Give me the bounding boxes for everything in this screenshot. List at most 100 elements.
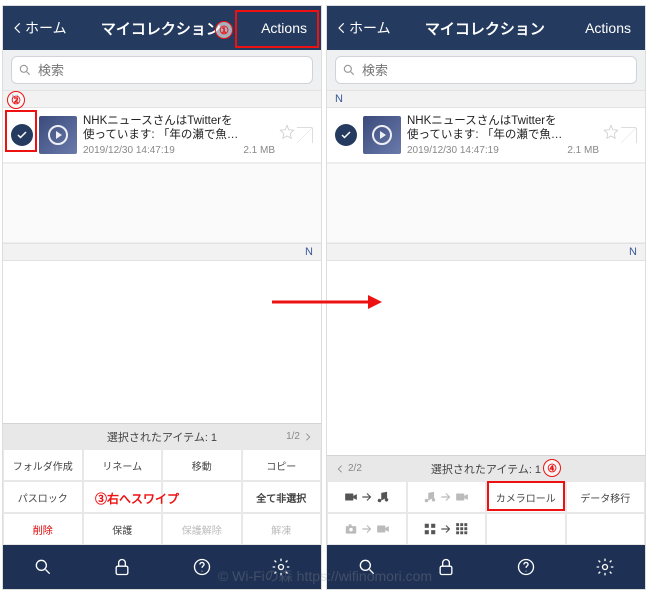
play-icon	[48, 125, 68, 145]
music-icon	[376, 490, 390, 504]
page-indicator-left[interactable]: 2/2	[335, 463, 362, 474]
app-header: ホーム マイコレクション Actions	[327, 6, 645, 50]
list-item[interactable]: NHKニュースさんはTwitterを 使っています: 「年の瀬で魚… 2019/…	[3, 108, 321, 163]
annotation-circle-1: ①	[215, 21, 233, 39]
video-thumbnail	[39, 116, 77, 154]
unprotect-button[interactable]: 保護解除	[163, 514, 241, 544]
tab-settings[interactable]	[270, 556, 292, 578]
music-icon	[423, 490, 437, 504]
search-icon	[33, 557, 53, 577]
annotation-circle-4: ④	[543, 459, 561, 477]
tab-help[interactable]	[515, 556, 537, 578]
star-icon	[603, 124, 619, 140]
passlock-button[interactable]: パスロック	[4, 482, 82, 512]
annotation-swipe-text: ③右へスワイプ	[95, 490, 179, 507]
list-item[interactable]: NHKニュースさんはTwitterを 使っています: 「年の瀬で魚… 2019/…	[327, 108, 645, 163]
item-size: 2.1 MB	[567, 145, 599, 156]
select-checkbox[interactable]	[335, 124, 357, 146]
tab-search[interactable]	[32, 556, 54, 578]
protect-button[interactable]: 保護	[84, 514, 162, 544]
actions-button[interactable]: Actions	[255, 16, 313, 40]
data-migrate-button[interactable]: データ移行	[567, 482, 645, 512]
camera-to-video-button[interactable]	[328, 514, 406, 544]
page-indicator[interactable]: 1/2	[286, 431, 313, 442]
blank-lower	[327, 261, 645, 455]
delete-button[interactable]: 削除	[4, 514, 82, 544]
tab-lock[interactable]	[111, 556, 133, 578]
folder-create-button[interactable]: フォルダ作成	[4, 450, 82, 480]
chevron-right-icon	[303, 432, 313, 442]
help-icon	[192, 557, 212, 577]
page-title: マイコレクション	[391, 18, 579, 39]
gear-icon	[595, 557, 615, 577]
app-header: ホーム マイコレクション Actions	[3, 6, 321, 50]
section-header: N	[3, 90, 321, 108]
video-thumbnail	[363, 116, 401, 154]
check-icon	[16, 129, 28, 141]
annotation-circle-2: ②	[7, 91, 25, 109]
tab-settings[interactable]	[594, 556, 616, 578]
camera-roll-button[interactable]: カメラロール	[487, 482, 565, 512]
selection-label: 選択されたアイテム: 1	[431, 461, 541, 477]
arrow-right-icon	[439, 490, 453, 504]
back-button[interactable]: ホーム	[11, 18, 67, 38]
search-icon	[18, 63, 32, 77]
page-corner-icon	[297, 127, 313, 143]
search-icon	[357, 557, 377, 577]
item-date: 2019/12/30 14:47:19	[407, 145, 499, 156]
select-checkbox[interactable]	[11, 124, 33, 146]
selection-label: 選択されたアイテム: 1	[107, 429, 217, 445]
back-button[interactable]: ホーム	[335, 18, 391, 38]
check-icon	[340, 129, 352, 141]
move-button[interactable]: 移動	[163, 450, 241, 480]
chevron-left-icon	[335, 21, 349, 35]
tab-search[interactable]	[356, 556, 378, 578]
deselect-all-button[interactable]: 全て非選択	[243, 482, 321, 512]
item-title-line1: NHKニュースさんはTwitterを	[407, 114, 599, 128]
extract-button[interactable]: 解凍	[243, 514, 321, 544]
blank-area	[3, 163, 321, 243]
search-bar	[3, 50, 321, 90]
search-input[interactable]	[362, 63, 630, 78]
copy-button[interactable]: コピー	[243, 450, 321, 480]
section-header-mid: N	[3, 243, 321, 261]
audio-to-video-button[interactable]	[408, 482, 486, 512]
rename-button[interactable]: リネーム	[84, 450, 162, 480]
star-icon	[279, 124, 295, 140]
video-icon	[344, 490, 358, 504]
blank-cell	[487, 514, 565, 544]
favorite-star[interactable]	[603, 124, 619, 145]
selection-bar: 2/2 選択されたアイテム: 1	[327, 455, 645, 481]
section-header: N	[327, 90, 645, 108]
search-field[interactable]	[335, 56, 637, 84]
grid-layout-button[interactable]	[408, 514, 486, 544]
blank-lower	[3, 261, 321, 423]
video-to-audio-button[interactable]	[328, 482, 406, 512]
lock-icon	[436, 557, 456, 577]
tab-help[interactable]	[191, 556, 213, 578]
page-corner-icon	[621, 127, 637, 143]
tab-lock[interactable]	[435, 556, 457, 578]
blank-area	[327, 163, 645, 243]
search-bar	[327, 50, 645, 90]
video-icon	[455, 490, 469, 504]
chevron-left-icon	[335, 464, 345, 474]
action-grid: カメラロール データ移行	[327, 481, 645, 545]
blank-cell	[567, 514, 645, 544]
gear-icon	[271, 557, 291, 577]
item-size: 2.1 MB	[243, 145, 275, 156]
search-field[interactable]	[11, 56, 313, 84]
arrow-right-icon	[439, 522, 453, 536]
search-input[interactable]	[38, 63, 306, 78]
grid-large-icon	[455, 522, 469, 536]
item-meta: NHKニュースさんはTwitterを 使っています: 「年の瀬で魚… 2019/…	[407, 114, 599, 156]
item-date: 2019/12/30 14:47:19	[83, 145, 175, 156]
tab-bar	[327, 545, 645, 589]
arrow-right-icon	[360, 490, 374, 504]
tab-bar	[3, 545, 321, 589]
play-icon	[372, 125, 392, 145]
grid-small-icon	[423, 522, 437, 536]
favorite-star[interactable]	[279, 124, 295, 145]
actions-button[interactable]: Actions	[579, 16, 637, 40]
back-label: ホーム	[25, 18, 67, 38]
